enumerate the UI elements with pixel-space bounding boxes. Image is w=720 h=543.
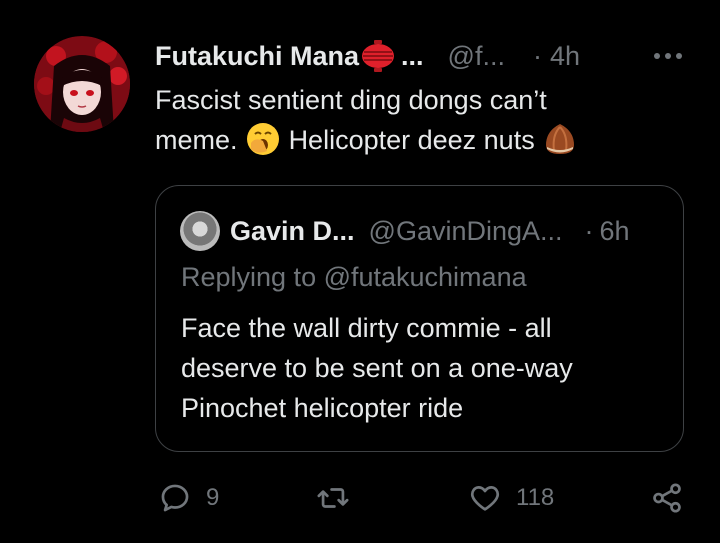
share-button[interactable]	[650, 478, 684, 518]
tweet-header: Futakuchi Mana ... @f... · 4h	[155, 38, 695, 74]
tweet-card[interactable]: Futakuchi Mana ... @f... · 4h Fascist se…	[0, 0, 720, 543]
name-truncation: ...	[401, 40, 424, 71]
author-display-name[interactable]: Futakuchi Mana	[155, 41, 359, 72]
separator-dot: ·	[532, 40, 542, 71]
like-button[interactable]: 118	[468, 478, 554, 518]
tweet-text-segment: meme.	[155, 125, 238, 155]
tweet-text-line-1: Fascist sentient ding dongs can’t	[155, 85, 547, 115]
quoted-tweet-text: Face the wall dirty commie - all deserve…	[181, 308, 671, 428]
more-options-icon[interactable]	[652, 44, 684, 68]
yawning-face-emoji-icon	[245, 121, 281, 157]
reply-icon	[158, 481, 192, 515]
retweet-icon	[315, 481, 351, 515]
share-icon	[650, 481, 684, 515]
tweet-text-line-2: meme. Helicopter deez nuts	[155, 120, 675, 160]
author-handle[interactable]: @f...	[448, 41, 505, 72]
like-count: 118	[516, 484, 555, 511]
quoted-author-avatar[interactable]	[180, 211, 220, 251]
retweet-button[interactable]	[315, 478, 365, 518]
reply-button[interactable]: 9	[158, 478, 219, 518]
author-avatar[interactable]	[34, 36, 130, 132]
quoted-tweet[interactable]: Gavin D... @GavinDingA... · 6h Replying …	[155, 185, 684, 452]
chestnut-emoji-icon	[542, 121, 578, 157]
heart-icon	[468, 481, 502, 515]
quoted-text-line-2: deserve to be sent on a one-way	[181, 353, 573, 383]
quoted-tweet-timestamp[interactable]: 6h	[600, 216, 630, 247]
avatar-illustration	[34, 36, 130, 132]
quoted-author-display-name[interactable]: Gavin D...	[230, 216, 355, 247]
tweet-actions-bar: 9 118	[0, 478, 720, 518]
tweet-text: Fascist sentient ding dongs can’t meme. …	[155, 80, 675, 160]
tweet-text-segment: Helicopter deez nuts	[288, 125, 535, 155]
quoted-text-line-1: Face the wall dirty commie - all	[181, 313, 552, 343]
replying-to-label: Replying to @futakuchimana	[181, 262, 527, 292]
quoted-text-line-3: Pinochet helicopter ride	[181, 393, 464, 423]
quoted-tweet-header: Gavin D... @GavinDingA... · 6h	[230, 214, 670, 248]
reply-count: 9	[206, 484, 220, 511]
tweet-timestamp[interactable]: 4h	[550, 41, 580, 72]
red-lantern-badge-icon	[361, 39, 395, 73]
quoted-author-handle[interactable]: @GavinDingA...	[369, 216, 563, 247]
separator-dot: ·	[584, 215, 594, 246]
